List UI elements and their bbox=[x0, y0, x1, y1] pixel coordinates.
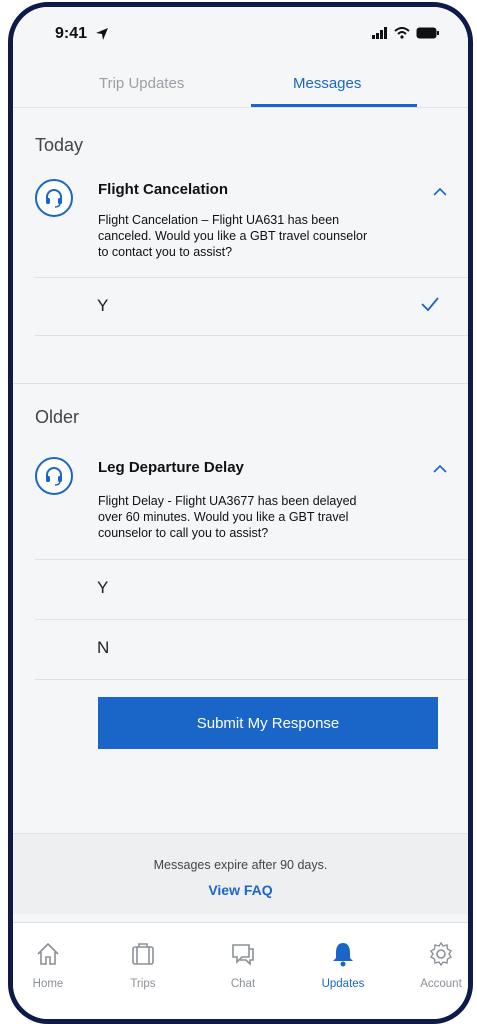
phone-frame: 9:41 Trip Updates Messages Today Flight … bbox=[8, 2, 473, 1024]
response-option-y[interactable]: Y bbox=[35, 277, 468, 336]
agent-avatar bbox=[35, 179, 73, 217]
section-divider bbox=[13, 383, 468, 384]
agent-avatar bbox=[35, 457, 73, 495]
option-label: Y bbox=[97, 296, 109, 315]
chevron-up-icon[interactable] bbox=[432, 464, 448, 474]
gear-icon bbox=[430, 941, 452, 967]
battery-icon bbox=[416, 27, 439, 39]
response-option-n[interactable]: N bbox=[35, 619, 468, 678]
footer-panel: Messages expire after 90 days. View FAQ bbox=[13, 833, 468, 914]
active-tab-indicator bbox=[251, 104, 417, 107]
row-divider bbox=[35, 335, 468, 336]
message-card-cancelation: Flight Cancelation Flight Cancelation – … bbox=[13, 167, 468, 382]
tab-messages[interactable]: Messages bbox=[293, 75, 361, 92]
message-title: Flight Cancelation bbox=[98, 181, 229, 198]
nav-chat[interactable]: Chat bbox=[203, 941, 283, 990]
nav-home[interactable]: Home bbox=[13, 941, 88, 990]
tab-bar: Trip Updates Messages bbox=[13, 55, 468, 108]
message-body: Flight Cancelation – Flight UA631 has be… bbox=[98, 213, 368, 259]
expiry-note: Messages expire after 90 days. bbox=[153, 858, 328, 872]
status-icons bbox=[372, 27, 440, 39]
message-card-delay: Leg Departure Delay Flight Delay - Fligh… bbox=[13, 447, 468, 687]
option-label: Y bbox=[97, 578, 109, 597]
checkmark-icon bbox=[421, 297, 439, 312]
response-option-y[interactable]: Y bbox=[35, 559, 468, 618]
tab-trip-updates[interactable]: Trip Updates bbox=[99, 75, 184, 92]
section-title-older: Older bbox=[35, 407, 80, 427]
nav-label: Trips bbox=[130, 978, 156, 990]
headset-icon bbox=[46, 467, 62, 486]
nav-account[interactable]: Account bbox=[401, 941, 468, 990]
nav-label: Home bbox=[32, 978, 64, 990]
headset-icon bbox=[46, 189, 62, 208]
wifi-icon bbox=[394, 27, 410, 39]
nav-updates[interactable]: Updates bbox=[303, 941, 383, 990]
status-time: 9:41 bbox=[55, 25, 88, 42]
chevron-up-icon[interactable] bbox=[432, 187, 448, 197]
nav-label: Chat bbox=[230, 978, 256, 990]
submit-response-button[interactable]: Submit My Response bbox=[98, 697, 438, 749]
message-body: Flight Delay - Flight UA3677 has been de… bbox=[98, 494, 357, 540]
chat-icon bbox=[232, 944, 254, 966]
section-title-today: Today bbox=[35, 135, 84, 155]
nav-label: Account bbox=[420, 978, 462, 990]
nav-label: Updates bbox=[321, 978, 365, 990]
suitcase-icon bbox=[132, 943, 154, 965]
view-faq-link[interactable]: View FAQ bbox=[13, 882, 468, 898]
signal-icon bbox=[372, 27, 387, 39]
nav-trips[interactable]: Trips bbox=[103, 941, 183, 990]
option-label: N bbox=[97, 638, 110, 657]
location-arrow-icon bbox=[96, 28, 108, 40]
message-title: Leg Departure Delay bbox=[98, 459, 244, 476]
bell-icon bbox=[333, 943, 353, 967]
row-divider bbox=[35, 679, 468, 680]
bottom-navigation: Home Trips Chat Updates Account bbox=[13, 922, 468, 1019]
status-bar: 9:41 bbox=[13, 7, 468, 55]
home-icon bbox=[37, 942, 59, 965]
